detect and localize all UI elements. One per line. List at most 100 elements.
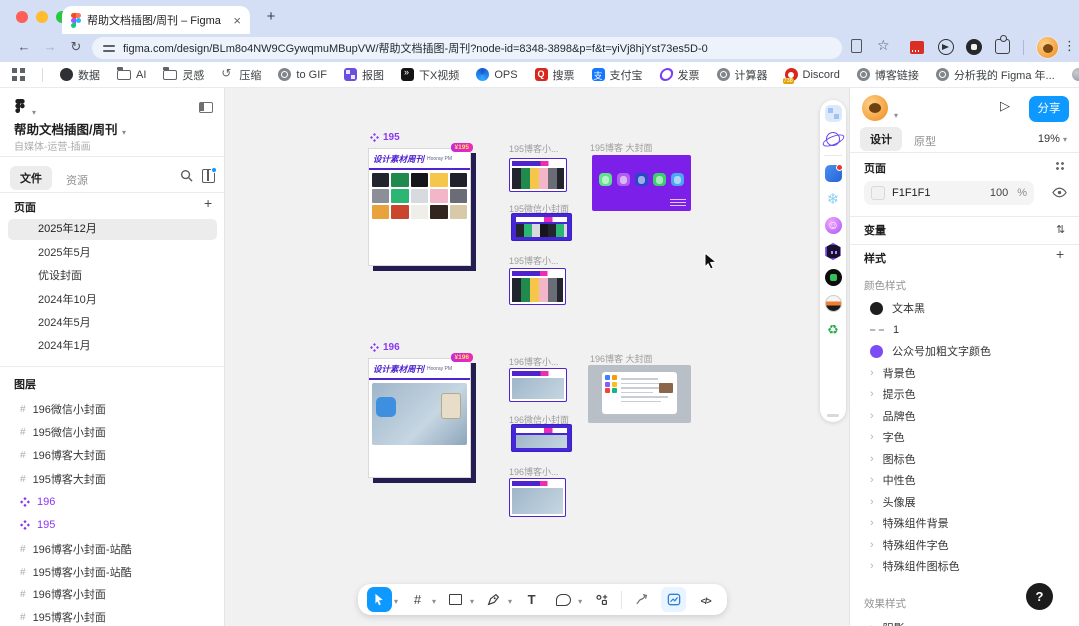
thumbnail-196-blog-small[interactable] bbox=[509, 368, 567, 402]
page-item[interactable]: 2024年10月 bbox=[8, 290, 217, 311]
frame-label[interactable]: 195博客 大封面 bbox=[590, 141, 653, 154]
frame-label[interactable]: 196博客小... bbox=[509, 465, 559, 478]
components-grid-icon[interactable] bbox=[825, 105, 842, 122]
bookmark-item[interactable]: 灵感 bbox=[163, 67, 204, 83]
minimize-window-button[interactable] bbox=[36, 11, 48, 23]
reload-button[interactable]: ↻ bbox=[66, 37, 86, 57]
bookmark-item[interactable]: 博客链接 bbox=[857, 67, 919, 83]
extension-coin-icon[interactable] bbox=[966, 39, 982, 55]
thumbnail-196-wechat-small[interactable] bbox=[511, 424, 572, 452]
layers-plugin-icon[interactable] bbox=[825, 295, 842, 312]
target-plugin-icon[interactable] bbox=[825, 269, 842, 286]
page-item[interactable]: 2025年12月 bbox=[8, 219, 217, 240]
comment-tool[interactable] bbox=[551, 587, 582, 612]
frame-label[interactable]: 196博客 大封面 bbox=[590, 352, 653, 365]
bookmark-item[interactable]: OPS bbox=[476, 68, 517, 81]
bookmark-item[interactable]: to GIF bbox=[278, 68, 327, 81]
tab-files[interactable]: 文件 bbox=[10, 166, 52, 190]
browser-tab[interactable]: 帮助文档插图/周刊 – Figma bbox=[62, 6, 250, 34]
fill-hex[interactable]: F1F1F1 bbox=[892, 187, 931, 199]
layer-item[interactable]: 195博客大封面 bbox=[8, 468, 217, 490]
bookmark-item[interactable]: 报图 bbox=[344, 67, 384, 83]
thumbnail-195-blog-small-2[interactable] bbox=[509, 268, 566, 305]
bookmark-item[interactable]: 发票 bbox=[660, 67, 700, 83]
tab-close-icon[interactable] bbox=[233, 13, 241, 28]
chevron-down-icon[interactable] bbox=[432, 591, 436, 609]
frame-tool[interactable] bbox=[405, 587, 436, 612]
page-fill-row[interactable]: F1F1F1 100 % bbox=[864, 181, 1034, 205]
dock-drag-handle[interactable] bbox=[827, 414, 839, 417]
frame-label[interactable]: 196博客小... bbox=[509, 355, 559, 368]
layer-item[interactable]: 195微信小封面 bbox=[8, 421, 217, 443]
bookmark-star-icon[interactable] bbox=[877, 37, 890, 54]
extensions-puzzle-icon[interactable] bbox=[995, 39, 1010, 54]
figma-canvas-area[interactable]: 195 设计素材周刊 Hooray PM ¥195 195博客小... 195微… bbox=[0, 88, 1079, 626]
fill-swatch[interactable] bbox=[871, 186, 885, 200]
layer-item[interactable]: 196微信小封面 bbox=[8, 398, 217, 420]
bookmark-item[interactable]: 分析我的 Figma 年... bbox=[936, 67, 1055, 83]
new-tab-button[interactable] bbox=[262, 8, 280, 26]
extension-red-icon[interactable] bbox=[910, 41, 924, 54]
browser-menu-icon[interactable] bbox=[1063, 38, 1076, 54]
color-style-group[interactable]: 中性色 bbox=[850, 470, 1079, 490]
chevron-down-icon[interactable] bbox=[508, 591, 512, 609]
layer-item-component[interactable]: 196 bbox=[8, 491, 217, 513]
color-style-item[interactable]: 1 bbox=[850, 320, 1079, 340]
color-style-group[interactable]: 图标色 bbox=[850, 449, 1079, 469]
present-play-icon[interactable] bbox=[1000, 98, 1010, 114]
text-tool[interactable] bbox=[519, 587, 544, 612]
forward-button[interactable]: → bbox=[40, 37, 60, 57]
bookmark-item[interactable]: 数据 bbox=[60, 67, 100, 83]
bookmark-item[interactable]: 搜票 bbox=[535, 67, 575, 83]
color-style-item[interactable]: 文本黑 bbox=[850, 298, 1079, 318]
bookmark-item[interactable]: AI bbox=[117, 69, 146, 81]
move-tool[interactable] bbox=[367, 587, 398, 612]
add-style-icon[interactable] bbox=[1056, 246, 1064, 264]
thumbnail-196-blog-small-2[interactable] bbox=[509, 478, 566, 517]
visibility-eye-icon[interactable] bbox=[1052, 186, 1067, 199]
component-label-195[interactable]: 195 bbox=[370, 132, 400, 143]
bookmark-item[interactable]: 周刊 bbox=[1072, 67, 1079, 83]
chevron-down-icon[interactable] bbox=[578, 591, 582, 609]
pen-tool[interactable] bbox=[481, 587, 512, 612]
effect-style-group[interactable]: 阴影 bbox=[850, 618, 1079, 626]
tab-prototype[interactable]: 原型 bbox=[914, 133, 936, 149]
apps-grid-icon[interactable] bbox=[12, 68, 25, 81]
page-item[interactable]: 优设封面 bbox=[8, 266, 217, 287]
save-clipboard-icon[interactable] bbox=[851, 39, 862, 53]
shape-tool[interactable] bbox=[443, 587, 474, 612]
tab-design[interactable]: 设计 bbox=[860, 127, 902, 151]
frame-label[interactable]: 195博客小... bbox=[509, 254, 559, 267]
actions-tool[interactable] bbox=[589, 587, 614, 612]
address-bar[interactable]: figma.com/design/BLm8o4NW9CGywqmuMBupVW/… bbox=[92, 37, 842, 59]
clipboard-app-icon[interactable] bbox=[825, 165, 842, 182]
user-avatar[interactable] bbox=[862, 95, 888, 121]
color-style-group[interactable]: 特殊组件背景 bbox=[850, 513, 1079, 533]
smiley-plugin-icon[interactable] bbox=[825, 217, 842, 234]
site-settings-icon[interactable] bbox=[103, 43, 115, 53]
layer-item-component[interactable]: 195 bbox=[8, 514, 217, 536]
hexagon-plugin-icon[interactable] bbox=[825, 243, 842, 260]
bookmark-item[interactable]: 下X视频 bbox=[401, 67, 459, 83]
big-cover-196[interactable] bbox=[588, 365, 691, 423]
slides-mode[interactable] bbox=[661, 587, 686, 612]
poster-196[interactable]: 设计素材周刊 Hooray PM ¥196 bbox=[368, 358, 471, 478]
layer-item[interactable]: 196博客大封面 bbox=[8, 444, 217, 466]
library-book-icon[interactable] bbox=[202, 169, 215, 183]
collapse-panel-icon[interactable] bbox=[199, 102, 213, 113]
help-button[interactable]: ? bbox=[1026, 583, 1053, 610]
dev-mode[interactable] bbox=[693, 587, 718, 612]
zoom-level[interactable]: 19% bbox=[1038, 133, 1067, 145]
bookmark-item[interactable]: 738Discord bbox=[785, 68, 840, 81]
add-page-icon[interactable] bbox=[204, 195, 212, 213]
file-name-chevron[interactable] bbox=[122, 122, 126, 140]
page-options-icon[interactable] bbox=[1055, 161, 1065, 171]
bookmark-item[interactable]: 支付宝 bbox=[592, 67, 643, 83]
bookmark-item[interactable]: 计算器 bbox=[717, 67, 768, 83]
poster-195[interactable]: 设计素材周刊 Hooray PM ¥195 bbox=[368, 148, 471, 266]
thumbnail-195-wechat-small[interactable] bbox=[511, 213, 572, 241]
close-window-button[interactable] bbox=[16, 11, 28, 23]
color-style-item[interactable]: 公众号加粗文字颜色 bbox=[850, 341, 1079, 361]
layer-item[interactable]: 196博客小封面 bbox=[8, 583, 217, 605]
bookmark-item[interactable]: 压缩 bbox=[221, 67, 261, 83]
